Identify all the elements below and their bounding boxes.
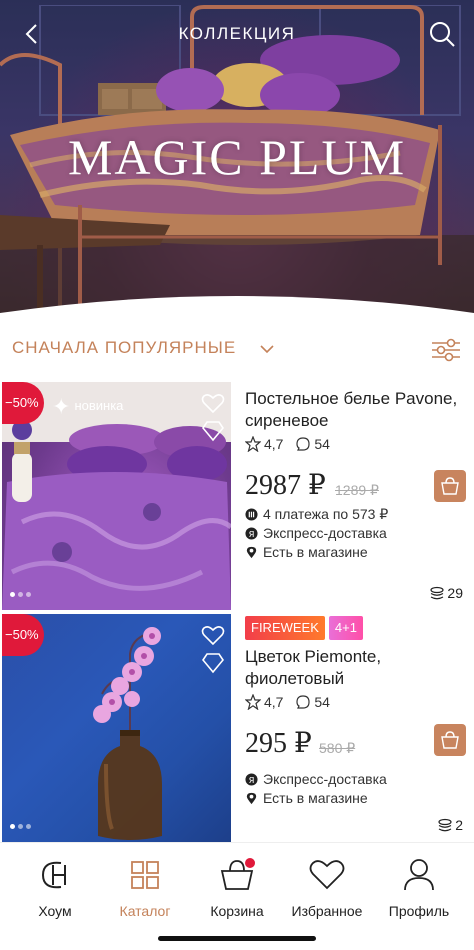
grid-icon <box>131 861 159 889</box>
tab-label: Корзина <box>210 903 264 919</box>
reviews-count: 54 <box>314 694 330 710</box>
product-info: FIREWEEK 4+1 Цветок Piemonte, фиолетовый … <box>244 614 470 807</box>
sort-bar: СНАЧАЛА ПОПУЛЯРНЫЕ <box>0 330 474 372</box>
rating-value: 4,7 <box>264 694 284 710</box>
promo-tag-fireweek: FIREWEEK <box>245 616 325 640</box>
diamond-icon[interactable] <box>201 420 225 442</box>
user-icon <box>404 859 434 891</box>
price-box: 2987 ₽ 1289 ₽ <box>245 464 470 504</box>
bottom-tab-bar: Хоум Каталог Корзина Избранное Профиль <box>0 842 474 950</box>
star-icon <box>244 693 262 711</box>
product-name[interactable]: Цветок Piemonte, фиолетовый <box>245 646 470 690</box>
chevron-down-icon[interactable] <box>258 340 276 358</box>
add-to-cart-button[interactable] <box>434 470 466 502</box>
stock-count: 2 <box>433 814 470 836</box>
home-indicator <box>158 936 316 941</box>
tab-catalog[interactable]: Каталог <box>98 855 192 919</box>
stock-count: 29 <box>425 582 470 604</box>
product-name[interactable]: Постельное белье Pavone, сиреневое <box>245 388 470 432</box>
reviews-count: 54 <box>314 436 330 452</box>
store-availability-row: Есть в магазине <box>245 543 470 561</box>
heart-icon[interactable] <box>201 392 225 414</box>
rating-value: 4,7 <box>264 436 284 452</box>
installments-icon <box>245 508 258 521</box>
rating-row: 4,7 54 <box>244 693 470 716</box>
diamond-icon[interactable] <box>201 652 225 674</box>
filter-sliders-icon[interactable] <box>430 336 462 364</box>
tab-home[interactable]: Хоум <box>8 855 102 919</box>
star-icon <box>244 435 262 453</box>
current-price: 295 ₽ <box>245 728 312 759</box>
tab-profile[interactable]: Профиль <box>372 855 466 919</box>
cart-notification-dot <box>245 858 255 868</box>
installments-row: 4 платежа по 573 ₽ <box>245 505 470 523</box>
tab-label: Профиль <box>388 903 450 919</box>
hero-bottom-curve <box>0 296 474 330</box>
promo-tags: FIREWEEK 4+1 <box>245 616 470 642</box>
basket-icon <box>220 858 255 890</box>
page-title: КОЛЛЕКЦИЯ <box>178 24 296 43</box>
delivery-text: Экспресс-доставка <box>263 771 387 787</box>
tab-favorites[interactable]: Избранное <box>280 855 374 919</box>
delivery-row: Я Экспресс-доставка <box>245 770 470 788</box>
brand-logo-icon <box>41 861 66 889</box>
sparkle-icon: ✦ <box>52 394 71 419</box>
discount-badge: −50% <box>2 382 44 424</box>
product-card[interactable]: −50% ✦ новинка 29 Постельное белье Pavone… <box>0 382 474 610</box>
store-availability-text: Есть в магазине <box>263 544 368 560</box>
stock-count-value: 29 <box>447 585 463 601</box>
express-delivery-icon: Я <box>245 527 258 540</box>
comment-icon <box>296 437 310 451</box>
stock-count-value: 2 <box>455 817 463 833</box>
rating-row: 4,7 54 <box>244 435 470 458</box>
add-to-cart-button[interactable] <box>434 724 466 756</box>
comment-icon <box>296 695 310 709</box>
tab-label: Хоум <box>38 903 72 919</box>
store-availability-text: Есть в магазине <box>263 790 368 806</box>
new-badge: ✦ новинка <box>52 394 123 420</box>
delivery-row: Я Экспресс-доставка <box>245 524 470 542</box>
top-navigation: КОЛЛЕКЦИЯ <box>0 18 474 50</box>
svg-text:Я: Я <box>249 529 255 539</box>
svg-text:Я: Я <box>249 775 255 785</box>
heart-icon[interactable] <box>201 624 225 646</box>
sort-dropdown[interactable]: СНАЧАЛА ПОПУЛЯРНЫЕ <box>12 338 236 358</box>
product-info: Постельное белье Pavone, сиреневое 4,7 5… <box>244 382 470 561</box>
collection-hero: КОЛЛЕКЦИЯ MAGIC PLUM <box>0 0 474 330</box>
old-price: 1289 ₽ <box>335 482 379 498</box>
current-price: 2987 ₽ <box>245 470 326 501</box>
new-badge-label: новинка <box>74 398 124 413</box>
stack-icon <box>438 818 452 832</box>
discount-badge: −50% <box>2 614 44 656</box>
location-pin-icon <box>246 546 257 559</box>
stack-icon <box>430 586 445 600</box>
basket-icon <box>441 477 459 495</box>
location-pin-icon <box>246 792 257 805</box>
tab-label: Избранное <box>291 903 363 919</box>
price-box: 295 ₽ 580 ₽ <box>245 722 470 762</box>
tab-label: Каталог <box>119 903 171 919</box>
product-card[interactable]: −50% 2 FIREWEEK 4+1 Цветок Piemonte, фиол… <box>0 614 474 842</box>
delivery-text: Экспресс-доставка <box>263 525 387 541</box>
installments-text: 4 платежа по 573 ₽ <box>263 506 389 522</box>
tab-cart[interactable]: Корзина <box>190 855 284 919</box>
promo-tag-4plus1: 4+1 <box>328 616 363 640</box>
old-price: 580 ₽ <box>319 740 356 756</box>
basket-icon <box>441 731 459 749</box>
image-pagination <box>10 584 34 602</box>
image-pagination <box>10 816 34 834</box>
search-icon[interactable] <box>428 20 456 48</box>
heart-icon <box>309 860 345 890</box>
store-availability-row: Есть в магазине <box>245 789 470 807</box>
express-delivery-icon: Я <box>245 773 258 786</box>
hero-title: MAGIC PLUM <box>67 129 407 185</box>
